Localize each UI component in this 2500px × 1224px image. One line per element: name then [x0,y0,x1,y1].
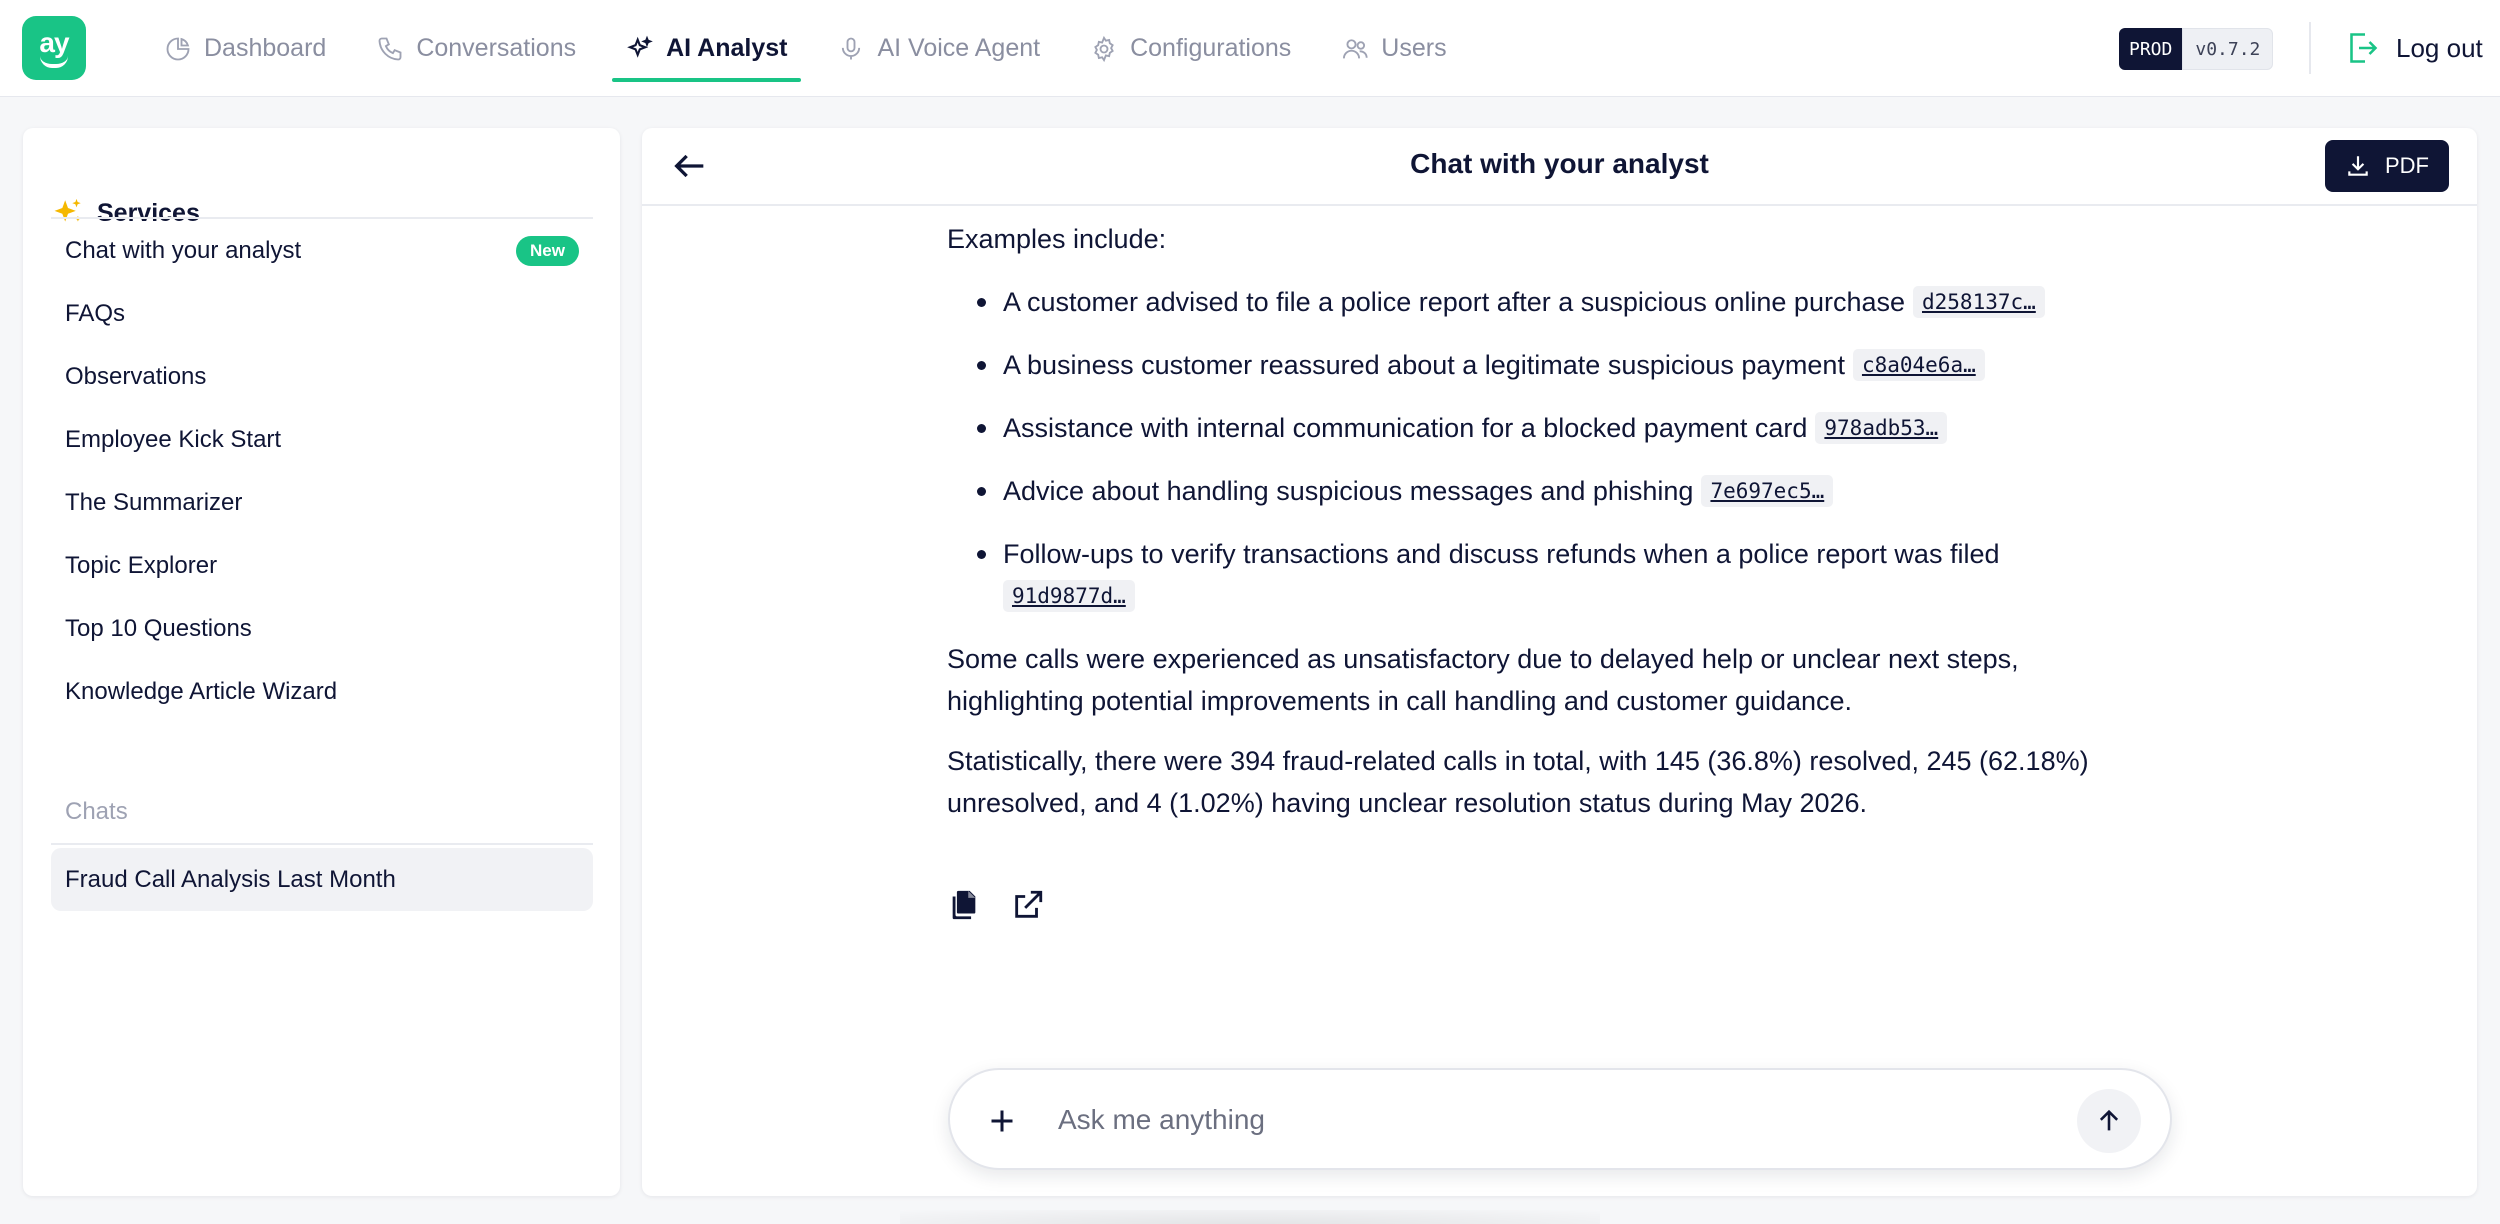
logout-button[interactable]: Log out [2344,26,2483,70]
microphone-icon [842,37,861,59]
nav-item-users[interactable]: Users [1327,0,1460,97]
sidebar-item-label: The Summarizer [65,489,243,516]
logo-text: ay [39,27,69,58]
plus-icon[interactable] [984,1103,1020,1139]
nav-label: Configurations [1130,34,1292,62]
new-badge: New [516,236,579,266]
nav-label: AI Analyst [666,34,788,62]
chat-item-fraud-call-analysis[interactable]: Fraud Call Analysis Last Month [51,848,593,911]
top-bar: ay Dashboard Conversations AI Analyst AI… [0,0,2500,97]
call-reference-link[interactable]: c8a04e6a… [1852,349,1985,381]
sidebar-item-label: Top 10 Questions [65,615,252,642]
pdf-label: PDF [2385,153,2429,178]
decorative-shadow [900,1210,1600,1224]
example-text: A business customer reassured about a le… [1003,350,1845,380]
sidebar-item-chat-with-analyst[interactable]: Chat with your analyst New [51,221,593,281]
example-text: Advice about handling suspicious message… [1003,476,1694,506]
sidebar-item-label: Observations [65,363,207,390]
call-reference-link[interactable]: 7e697ec5… [1701,475,1834,507]
sidebar-item-topic-explorer[interactable]: Topic Explorer [51,536,593,596]
list-item: Follow-ups to verify transactions and di… [977,533,2097,617]
chat-input-box [948,1068,2172,1170]
nav-label: Dashboard [204,34,327,62]
logout-icon [2350,33,2378,63]
sparkles-icon [627,35,653,58]
example-text: Assistance with internal communication f… [1003,413,1808,443]
nav-label: Conversations [416,34,577,62]
nav-item-ai-voice-agent[interactable]: AI Voice Agent [823,0,1054,97]
main-panel: Chat with your analyst PDF Examples incl… [642,128,2477,1196]
example-text: A customer advised to file a police repo… [1003,287,1905,317]
sidebar-item-the-summarizer[interactable]: The Summarizer [51,473,593,533]
sidebar-item-label: Employee Kick Start [65,426,282,453]
summary-paragraph: Some calls were experienced as unsatisfa… [947,644,2019,716]
pdf-download-button[interactable]: PDF [2325,140,2449,192]
download-icon [2348,156,2368,176]
sidebar-item-faqs[interactable]: FAQs [51,284,593,344]
copy-icon[interactable] [947,888,981,922]
sidebar: Services Chat with your analyst New FAQs… [23,128,620,1196]
nav-item-ai-analyst[interactable]: AI Analyst [612,0,802,97]
list-item: Assistance with internal communication f… [977,407,2097,449]
example-text: Follow-ups to verify transactions and di… [1003,539,2000,569]
open-external-icon[interactable] [1011,888,1045,922]
sidebar-item-employee-kick-start[interactable]: Employee Kick Start [51,410,593,470]
logout-label: Log out [2396,32,2483,63]
chats-section-title: Chats [65,798,128,825]
list-item: A customer advised to file a police repo… [977,281,2097,323]
nav-item-dashboard[interactable]: Dashboard [150,0,340,97]
list-item: Advice about handling suspicious message… [977,470,2097,512]
app-logo[interactable]: ay [22,16,86,80]
sidebar-item-label: Knowledge Article Wizard [65,678,338,705]
chat-item-label: Fraud Call Analysis Last Month [65,865,396,893]
divider [2309,22,2311,74]
sidebar-item-observations[interactable]: Observations [51,347,593,407]
examples-intro: Examples include: [947,224,1167,254]
main-nav: Dashboard Conversations AI Analyst AI Vo… [150,0,1483,97]
chat-header: Chat with your analyst PDF [642,128,2477,206]
arrow-up-icon [2099,1109,2119,1131]
gear-icon [1094,35,1114,62]
pie-chart-icon [166,37,190,60]
sidebar-item-top-10-questions[interactable]: Top 10 Questions [51,599,593,659]
sidebar-item-knowledge-article-wizard[interactable]: Knowledge Article Wizard [51,662,593,722]
nav-item-configurations[interactable]: Configurations [1076,0,1305,97]
logo-smile-icon [40,56,68,68]
nav-label: AI Voice Agent [877,34,1041,62]
divider [51,217,593,219]
statistics-paragraph: Statistically, there were 394 fraud-rela… [947,746,2089,818]
sidebar-item-label: FAQs [65,300,126,327]
env-label: PROD [2119,28,2183,70]
message-actions [947,888,1045,922]
nav-label: Users [1381,34,1447,62]
call-reference-link[interactable]: 91d9877d… [1003,580,1135,612]
send-button[interactable] [2077,1089,2141,1153]
sidebar-item-label: Topic Explorer [65,552,218,579]
call-reference-link[interactable]: d258137c… [1913,286,2045,318]
page-title: Chat with your analyst [1410,148,1709,179]
call-reference-link[interactable]: 978adb53… [1815,412,1948,444]
sidebar-item-label: Chat with your analyst [65,237,302,264]
divider [51,843,593,845]
users-icon [1343,38,1368,58]
chat-input[interactable] [1058,1095,2058,1145]
list-item: A business customer reassured about a le… [977,344,2097,386]
nav-item-conversations[interactable]: Conversations [362,0,590,97]
version-label: v0.7.2 [2182,28,2274,70]
environment-badge: PROD v0.7.2 [2119,28,2274,70]
phone-icon [378,37,402,60]
